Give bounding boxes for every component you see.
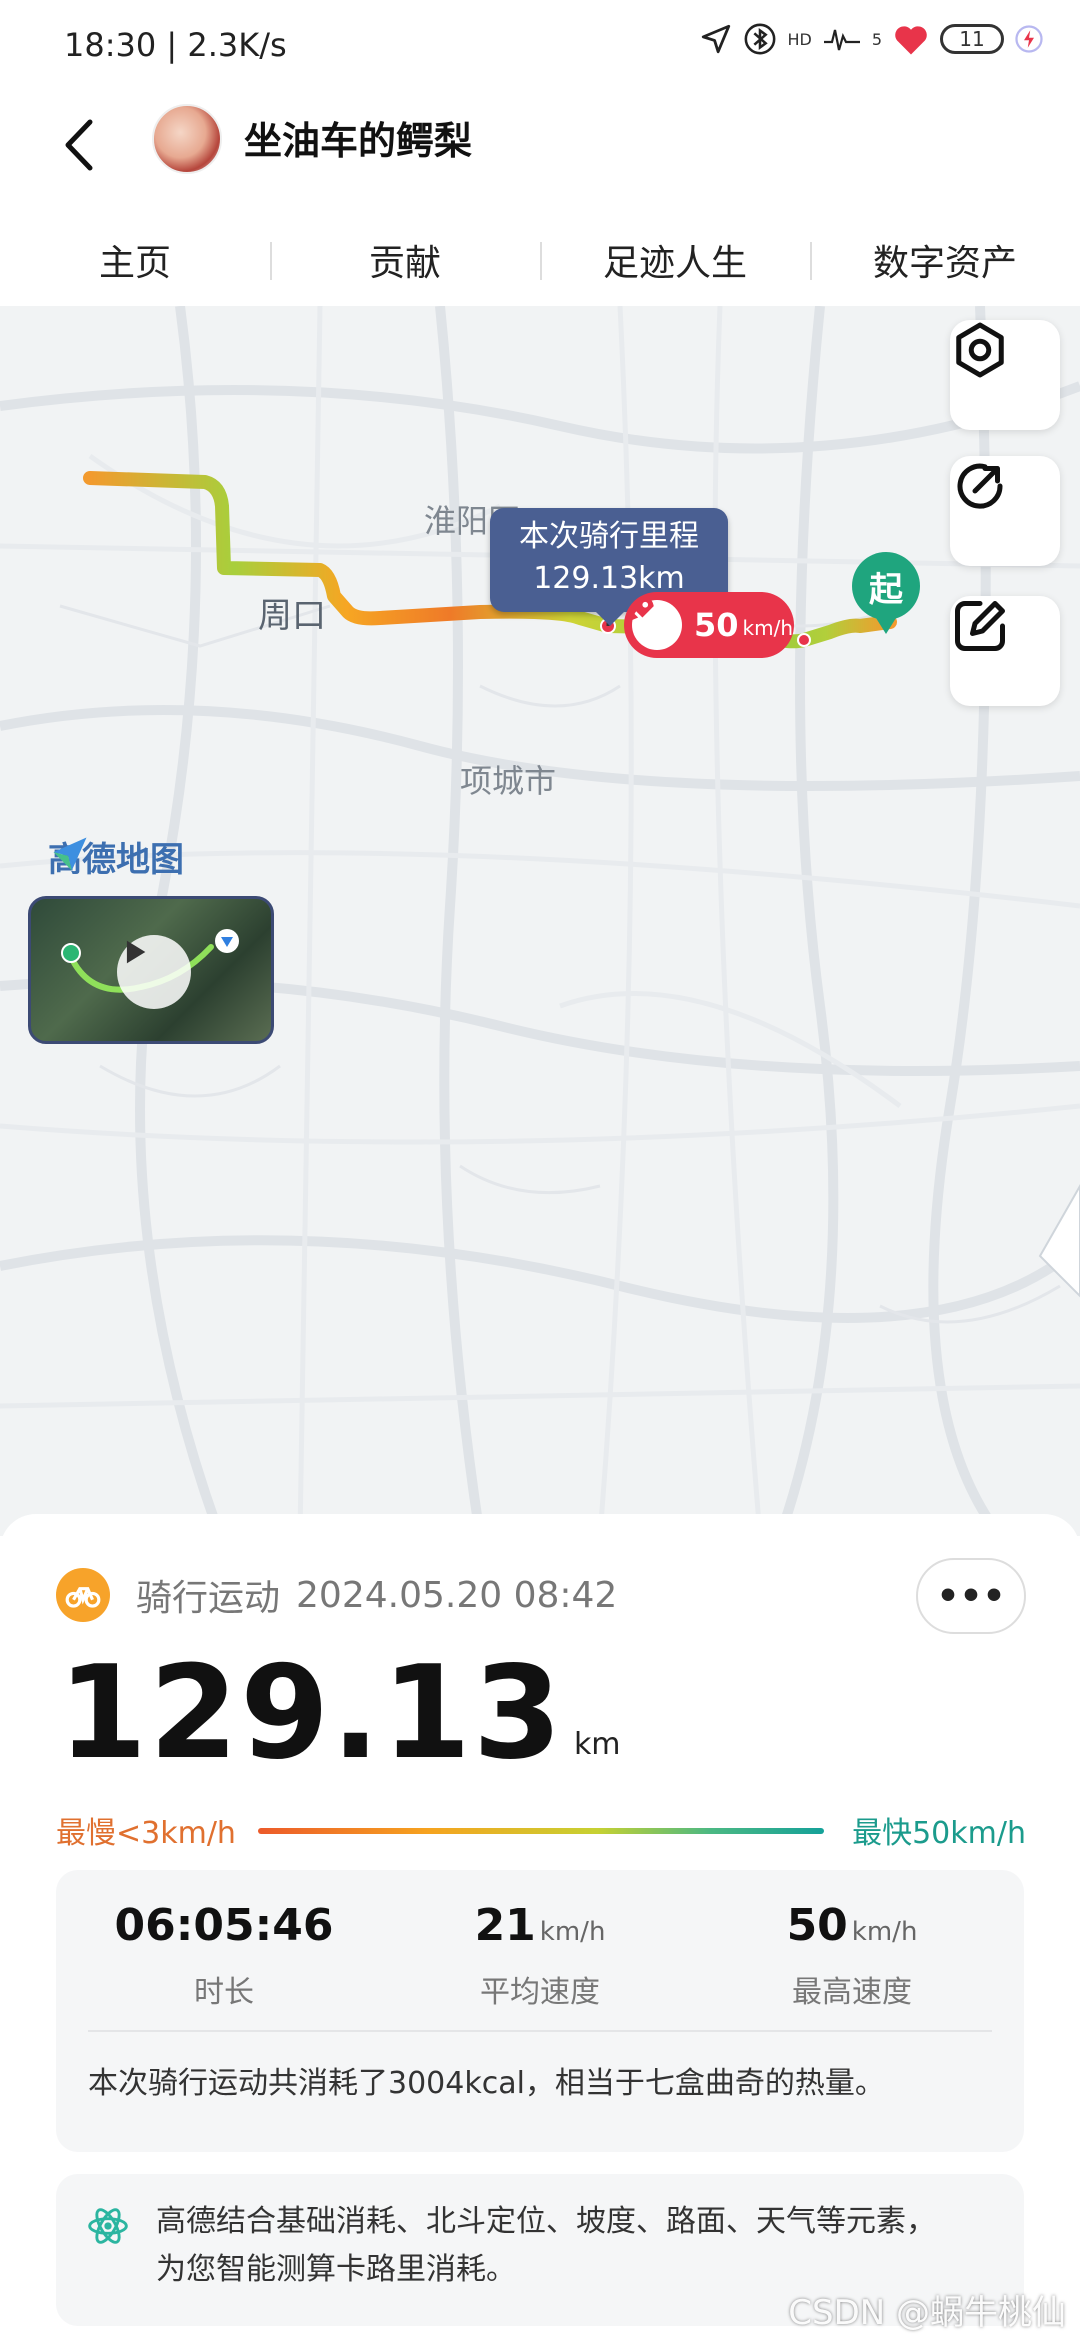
activity-datetime: 2024.05.20 08:42 [296,1574,618,1616]
share-icon [957,463,1003,509]
avg-speed-unit: km/h [539,1917,606,1947]
tab-contribution[interactable]: 贡献 [270,210,540,310]
play-icon [117,935,191,1009]
watermark: CSDN @蜗牛桃仙 [788,2293,1066,2333]
avatar[interactable] [152,104,222,174]
tab-digital-assets[interactable]: 数字资产 [810,210,1080,310]
speed-gradient-bar [258,1828,824,1834]
tab-home[interactable]: 主页 [0,210,270,310]
stats-divider [88,2030,992,2032]
charging-icon [1015,25,1043,53]
stats-card: 06:05:46 时长 21 km/h 平均速度 50 km/h 最高速度 本次骑行… [56,1870,1024,2152]
total-distance: 129.13 km [58,1639,621,1788]
amap-logo-icon [53,837,87,871]
network-hd-label: HD [787,29,812,49]
heart-rate-icon [823,29,860,51]
calorie-info-text: 高德结合基础消耗、北斗定位、坡度、路面、天气等元素， 为您智能测算卡路里消耗。 [156,2198,936,2294]
page-title: 坐油车的鳄梨 [244,119,473,163]
settings-icon [956,322,1004,378]
battery-indicator: 11 [940,24,1004,54]
signal-number: 5 [871,29,882,49]
atom-icon [88,2208,128,2244]
place-zhoukou: 周口 [258,596,326,636]
max-speed-badge: 50 km/h [624,592,794,658]
activity-type: 骑行运动 [136,1578,281,1619]
rocket-icon [628,596,682,650]
top-speed-label: 最高速度 [792,1975,912,2010]
battery-level: 11 [959,27,985,51]
avg-speed-label: 平均速度 [480,1975,600,2010]
route-replay-thumbnail[interactable] [28,896,274,1044]
status-time: 18:30 | 2.3K/s [64,26,287,64]
distance-value: 129.13 [58,1639,564,1788]
speed-legend: 最慢<3km/h 最快50km/h [56,1808,1026,1852]
map-share-button[interactable] [950,456,1060,566]
max-speed-unit: km/h [742,616,794,640]
chevron-left-icon [65,119,93,171]
back-button[interactable] [52,112,112,178]
stat-duration: 06:05:46 时长 [74,1900,374,2011]
avg-speed-value: 21 [474,1900,536,1951]
start-marker: 起 [852,552,920,634]
top-speed-value: 50 [786,1900,848,1951]
map-edit-button[interactable] [950,596,1060,706]
location-arrow-icon [702,24,731,54]
map-settings-button[interactable] [950,320,1060,430]
stat-average-speed: 21 km/h 平均速度 [390,1900,690,2011]
more-button[interactable]: ••• [916,1558,1026,1634]
stat-max-speed: 50 km/h 最高速度 [702,1900,1002,2011]
status-icons: HD 5 11 [699,22,1044,56]
fastest-speed: 最快50km/h [852,1816,1026,1851]
duration-label: 时长 [194,1975,254,2010]
bicycle-icon [56,1568,110,1622]
profile-tabs: 主页 贡献 足迹人生 数字资产 [0,210,1080,310]
place-xiangcheng: 项城市 [460,762,557,800]
amap-logo: 高德地图 [48,832,184,881]
activity-header: 骑行运动 2024.05.20 08:42 [56,1568,617,1622]
top-speed-unit: km/h [851,1917,918,1947]
status-bar: 18:30 | 2.3K/s HD 5 11 [0,0,1080,90]
app-header: 坐油车的鳄梨 [0,90,1080,200]
edit-icon [955,601,1005,651]
callout-title: 本次骑行里程 [519,519,699,554]
activity-sheet: 骑行运动 2024.05.20 08:42 ••• 129.13 km 最慢<3… [0,1514,1080,2340]
route-map[interactable]: 淮阳区 周口 项城市 本次骑行里程 129.13km 50 km/h 起 高德地… [0,306,1080,1536]
max-speed-value: 50 [694,606,739,644]
slowest-speed: 最慢<3km/h [56,1816,236,1851]
tab-footprint[interactable]: 足迹人生 [540,210,810,310]
duration-value: 06:05:46 [114,1900,334,1951]
distance-unit: km [573,1727,621,1762]
info-line-1: 高德结合基础消耗、北斗定位、坡度、路面、天气等元素， [156,2204,936,2239]
bluetooth-icon [745,23,776,55]
calorie-summary: 本次骑行运动共消耗了3004kcal，相当于七盒曲奇的热量。 [88,2066,885,2101]
heart-icon [895,26,927,55]
